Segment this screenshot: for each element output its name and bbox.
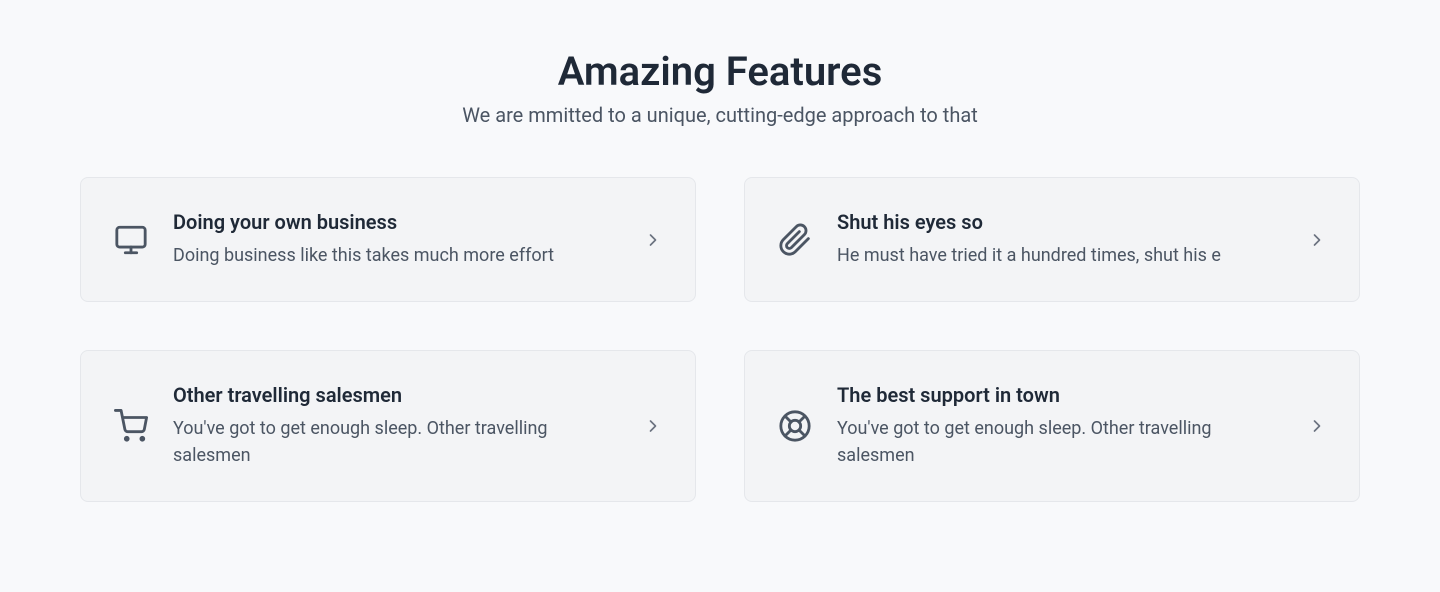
feature-content: Shut his eyes so He must have tried it a…: [837, 210, 1283, 269]
chevron-right-icon: [643, 230, 663, 250]
desktop-icon: [113, 222, 149, 258]
feature-title: Doing your own business: [173, 210, 619, 234]
feature-card-business[interactable]: Doing your own business Doing business l…: [80, 177, 696, 302]
feature-description: You've got to get enough sleep. Other tr…: [173, 415, 619, 469]
feature-title: The best support in town: [837, 383, 1283, 407]
chevron-right-icon: [643, 416, 663, 436]
paperclip-icon: [777, 222, 813, 258]
feature-card-salesmen[interactable]: Other travelling salesmen You've got to …: [80, 350, 696, 502]
feature-description: Doing business like this takes much more…: [173, 242, 619, 269]
feature-content: Other travelling salesmen You've got to …: [173, 383, 619, 469]
features-grid: Doing your own business Doing business l…: [80, 177, 1360, 502]
feature-card-support[interactable]: The best support in town You've got to g…: [744, 350, 1360, 502]
lifebuoy-icon: [777, 408, 813, 444]
chevron-right-icon: [1307, 230, 1327, 250]
page-header: Amazing Features We are mmitted to a uni…: [80, 48, 1360, 127]
page-subtitle: We are mmitted to a unique, cutting-edge…: [80, 103, 1360, 127]
page-title: Amazing Features: [80, 48, 1360, 95]
feature-description: You've got to get enough sleep. Other tr…: [837, 415, 1283, 469]
feature-title: Shut his eyes so: [837, 210, 1283, 234]
feature-title: Other travelling salesmen: [173, 383, 619, 407]
feature-content: The best support in town You've got to g…: [837, 383, 1283, 469]
feature-description: He must have tried it a hundred times, s…: [837, 242, 1283, 269]
feature-content: Doing your own business Doing business l…: [173, 210, 619, 269]
chevron-right-icon: [1307, 416, 1327, 436]
feature-card-eyes[interactable]: Shut his eyes so He must have tried it a…: [744, 177, 1360, 302]
shopping-cart-icon: [113, 408, 149, 444]
